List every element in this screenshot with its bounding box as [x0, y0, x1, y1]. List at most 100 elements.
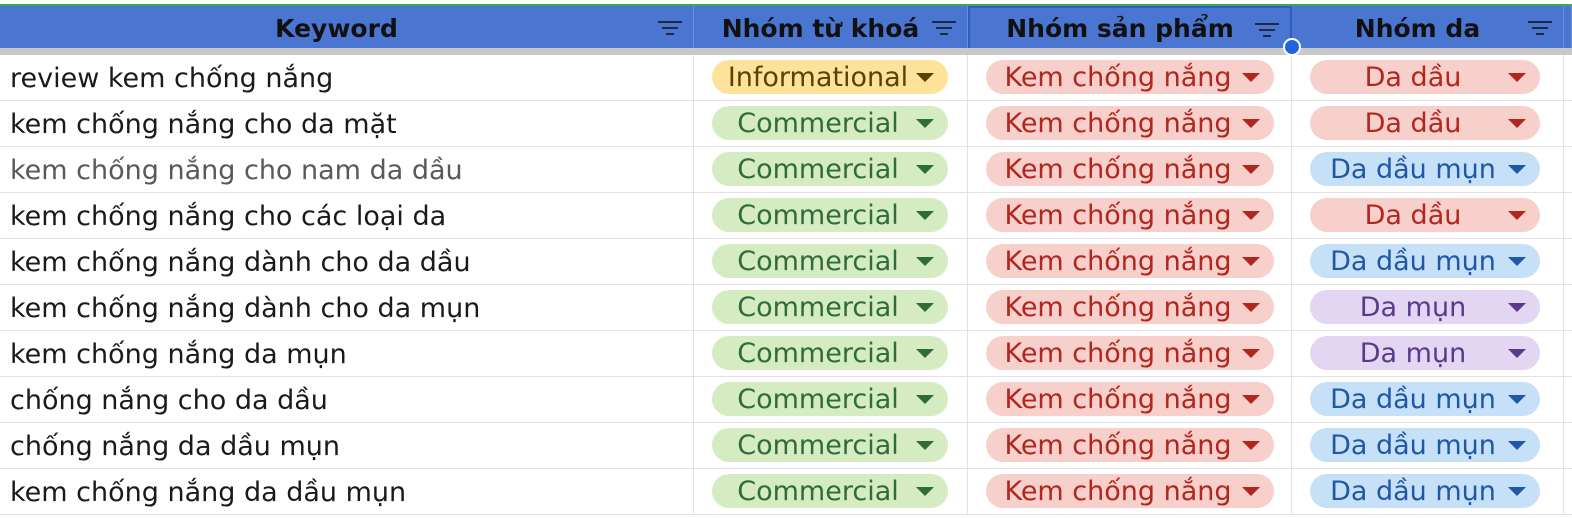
- dropdown-arrow-icon[interactable]: [1242, 257, 1260, 266]
- skin-cell[interactable]: Da dầu mụn: [1292, 147, 1564, 193]
- skin-cell[interactable]: Da dầu: [1292, 101, 1564, 147]
- skin-dropdown-chip[interactable]: Da dầu: [1310, 106, 1540, 140]
- dropdown-arrow-icon[interactable]: [916, 487, 934, 496]
- intent-dropdown-chip[interactable]: Commercial: [712, 382, 948, 416]
- dropdown-arrow-icon[interactable]: [1242, 303, 1260, 312]
- product-cell[interactable]: Kem chống nắng: [968, 239, 1292, 285]
- product-dropdown-chip[interactable]: Kem chống nắng: [986, 60, 1274, 94]
- dropdown-arrow-icon[interactable]: [916, 73, 934, 82]
- product-dropdown-chip[interactable]: Kem chống nắng: [986, 428, 1274, 462]
- intent-dropdown-chip[interactable]: Commercial: [712, 106, 948, 140]
- column-header-intent[interactable]: Nhóm từ khoá: [694, 6, 968, 50]
- skin-dropdown-chip[interactable]: Da dầu: [1310, 60, 1540, 94]
- dropdown-arrow-icon[interactable]: [1508, 487, 1526, 496]
- product-cell[interactable]: Kem chống nắng: [968, 55, 1292, 101]
- product-cell[interactable]: Kem chống nắng: [968, 469, 1292, 515]
- skin-cell[interactable]: Da dầu mụn: [1292, 469, 1564, 515]
- product-cell[interactable]: Kem chống nắng: [968, 331, 1292, 377]
- dropdown-arrow-icon[interactable]: [1508, 441, 1526, 450]
- intent-dropdown-chip[interactable]: Commercial: [712, 474, 948, 508]
- dropdown-arrow-icon[interactable]: [1508, 395, 1526, 404]
- intent-dropdown-chip[interactable]: Informational: [712, 60, 948, 94]
- product-dropdown-chip[interactable]: Kem chống nắng: [986, 152, 1274, 186]
- dropdown-arrow-icon[interactable]: [916, 395, 934, 404]
- skin-cell[interactable]: Da dầu: [1292, 55, 1564, 101]
- skin-dropdown-chip[interactable]: Da mụn: [1310, 290, 1540, 324]
- dropdown-arrow-icon[interactable]: [1508, 303, 1526, 312]
- intent-cell[interactable]: Informational: [694, 55, 968, 101]
- filter-icon[interactable]: [1254, 21, 1280, 39]
- keyword-cell[interactable]: kem chống nắng da mụn: [0, 331, 694, 377]
- dropdown-arrow-icon[interactable]: [1242, 395, 1260, 404]
- skin-dropdown-chip[interactable]: Da mụn: [1310, 336, 1540, 370]
- product-dropdown-chip[interactable]: Kem chống nắng: [986, 336, 1274, 370]
- dropdown-arrow-icon[interactable]: [1508, 349, 1526, 358]
- skin-dropdown-chip[interactable]: Da dầu mụn: [1310, 428, 1540, 462]
- dropdown-arrow-icon[interactable]: [1508, 211, 1526, 220]
- intent-cell[interactable]: Commercial: [694, 101, 968, 147]
- dropdown-arrow-icon[interactable]: [1508, 119, 1526, 128]
- dropdown-arrow-icon[interactable]: [916, 349, 934, 358]
- intent-cell[interactable]: Commercial: [694, 193, 968, 239]
- filter-icon[interactable]: [657, 19, 683, 37]
- keyword-cell[interactable]: kem chống nắng da dầu mụn: [0, 469, 694, 515]
- product-dropdown-chip[interactable]: Kem chống nắng: [986, 290, 1274, 324]
- product-cell[interactable]: Kem chống nắng: [968, 423, 1292, 469]
- keyword-cell[interactable]: kem chống nắng cho nam da dầu: [0, 147, 694, 193]
- dropdown-arrow-icon[interactable]: [916, 211, 934, 220]
- intent-cell[interactable]: Commercial: [694, 147, 968, 193]
- intent-cell[interactable]: Commercial: [694, 423, 968, 469]
- dropdown-arrow-icon[interactable]: [916, 257, 934, 266]
- skin-cell[interactable]: Da mụn: [1292, 331, 1564, 377]
- product-cell[interactable]: Kem chống nắng: [968, 377, 1292, 423]
- dropdown-arrow-icon[interactable]: [1242, 211, 1260, 220]
- intent-dropdown-chip[interactable]: Commercial: [712, 428, 948, 462]
- intent-cell[interactable]: Commercial: [694, 285, 968, 331]
- skin-dropdown-chip[interactable]: Da dầu mụn: [1310, 152, 1540, 186]
- product-dropdown-chip[interactable]: Kem chống nắng: [986, 106, 1274, 140]
- skin-cell[interactable]: Da dầu mụn: [1292, 377, 1564, 423]
- filter-icon[interactable]: [931, 19, 957, 37]
- column-header-keyword[interactable]: Keyword: [0, 6, 694, 50]
- column-header-product[interactable]: Nhóm sản phẩm: [968, 6, 1292, 50]
- intent-dropdown-chip[interactable]: Commercial: [712, 152, 948, 186]
- product-dropdown-chip[interactable]: Kem chống nắng: [986, 474, 1274, 508]
- dropdown-arrow-icon[interactable]: [1242, 119, 1260, 128]
- keyword-cell[interactable]: kem chống nắng dành cho da dầu: [0, 239, 694, 285]
- dropdown-arrow-icon[interactable]: [1508, 165, 1526, 174]
- column-header-next[interactable]: [1564, 6, 1572, 50]
- intent-cell[interactable]: Commercial: [694, 469, 968, 515]
- product-dropdown-chip[interactable]: Kem chống nắng: [986, 198, 1274, 232]
- product-dropdown-chip[interactable]: Kem chống nắng: [986, 244, 1274, 278]
- skin-cell[interactable]: Da dầu: [1292, 193, 1564, 239]
- intent-dropdown-chip[interactable]: Commercial: [712, 290, 948, 324]
- product-cell[interactable]: Kem chống nắng: [968, 101, 1292, 147]
- dropdown-arrow-icon[interactable]: [916, 119, 934, 128]
- skin-cell[interactable]: Da dầu mụn: [1292, 423, 1564, 469]
- product-cell[interactable]: Kem chống nắng: [968, 193, 1292, 239]
- product-cell[interactable]: Kem chống nắng: [968, 147, 1292, 193]
- dropdown-arrow-icon[interactable]: [1242, 73, 1260, 82]
- dropdown-arrow-icon[interactable]: [1242, 487, 1260, 496]
- dropdown-arrow-icon[interactable]: [1242, 441, 1260, 450]
- skin-cell[interactable]: Da mụn: [1292, 285, 1564, 331]
- keyword-cell[interactable]: chống nắng cho da dầu: [0, 377, 694, 423]
- dropdown-arrow-icon[interactable]: [916, 303, 934, 312]
- skin-dropdown-chip[interactable]: Da dầu mụn: [1310, 474, 1540, 508]
- intent-dropdown-chip[interactable]: Commercial: [712, 244, 948, 278]
- dropdown-arrow-icon[interactable]: [916, 441, 934, 450]
- intent-cell[interactable]: Commercial: [694, 331, 968, 377]
- column-header-skin[interactable]: Nhóm da: [1292, 6, 1564, 50]
- skin-dropdown-chip[interactable]: Da dầu mụn: [1310, 382, 1540, 416]
- keyword-cell[interactable]: kem chống nắng cho da mặt: [0, 101, 694, 147]
- intent-cell[interactable]: Commercial: [694, 377, 968, 423]
- dropdown-arrow-icon[interactable]: [916, 165, 934, 174]
- dropdown-arrow-icon[interactable]: [1508, 73, 1526, 82]
- frozen-row-divider[interactable]: [0, 48, 1572, 55]
- dropdown-arrow-icon[interactable]: [1508, 257, 1526, 266]
- product-dropdown-chip[interactable]: Kem chống nắng: [986, 382, 1274, 416]
- selection-fill-handle[interactable]: [1283, 38, 1301, 56]
- intent-dropdown-chip[interactable]: Commercial: [712, 336, 948, 370]
- keyword-cell[interactable]: kem chống nắng cho các loại da: [0, 193, 694, 239]
- keyword-cell[interactable]: review kem chống nắng: [0, 55, 694, 101]
